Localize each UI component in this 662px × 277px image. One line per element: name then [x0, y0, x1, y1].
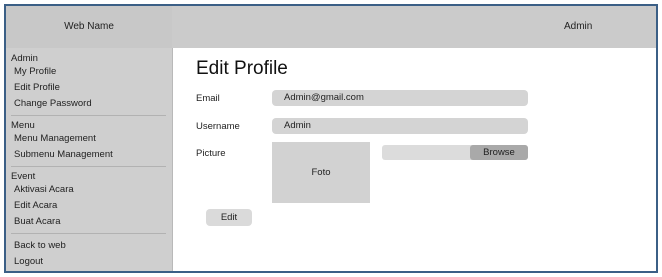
- sidebar-item-edit-profile[interactable]: Edit Profile: [11, 80, 166, 96]
- page-title: Edit Profile: [196, 58, 288, 79]
- profile-picture-preview: Foto: [272, 142, 370, 203]
- username-label: Username: [196, 121, 240, 132]
- sidebar-heading-event: Event: [11, 171, 36, 182]
- sidebar-section-event: Event Aktivasi Acara Edit Acara Buat Aca…: [6, 171, 172, 230]
- sidebar-divider: [11, 115, 166, 116]
- email-field[interactable]: Admin@gmail.com: [272, 90, 528, 106]
- edit-button[interactable]: Edit: [206, 209, 252, 226]
- brand-name: Web Name: [6, 6, 172, 48]
- sidebar-section-menu: Menu Menu Management Submenu Management: [6, 120, 172, 163]
- main-content: Edit Profile Email Admin@gmail.com Usern…: [172, 48, 656, 271]
- sidebar: Web Name Admin My Profile Edit Profile C…: [6, 6, 173, 271]
- sidebar-item-aktivasi-acara[interactable]: Aktivasi Acara: [11, 182, 166, 198]
- sidebar-heading-admin: Admin: [11, 53, 38, 64]
- sidebar-item-logout[interactable]: Logout: [11, 254, 166, 270]
- sidebar-divider: [11, 166, 166, 167]
- email-label: Email: [196, 93, 220, 104]
- username-field[interactable]: Admin: [272, 118, 528, 134]
- sidebar-item-edit-acara[interactable]: Edit Acara: [11, 198, 166, 214]
- sidebar-section-admin: Admin My Profile Edit Profile Change Pas…: [6, 48, 172, 112]
- sidebar-heading-menu: Menu: [11, 120, 35, 131]
- topbar-user-menu[interactable]: Admin: [564, 6, 592, 48]
- sidebar-item-back-to-web[interactable]: Back to web: [11, 238, 166, 254]
- sidebar-item-menu-management[interactable]: Menu Management: [11, 131, 166, 147]
- picture-label: Picture: [196, 148, 226, 159]
- sidebar-item-my-profile[interactable]: My Profile: [11, 64, 166, 80]
- file-input[interactable]: Browse: [382, 145, 528, 160]
- sidebar-divider: [11, 233, 166, 234]
- browse-button[interactable]: Browse: [470, 145, 528, 160]
- sidebar-item-submenu-management[interactable]: Submenu Management: [11, 147, 166, 163]
- sidebar-item-buat-acara[interactable]: Buat Acara: [11, 214, 166, 230]
- sidebar-item-change-password[interactable]: Change Password: [11, 96, 166, 112]
- topbar: Admin: [172, 6, 656, 48]
- app-window: Web Name Admin My Profile Edit Profile C…: [4, 4, 658, 273]
- sidebar-section-footer: Back to web Logout: [6, 238, 172, 270]
